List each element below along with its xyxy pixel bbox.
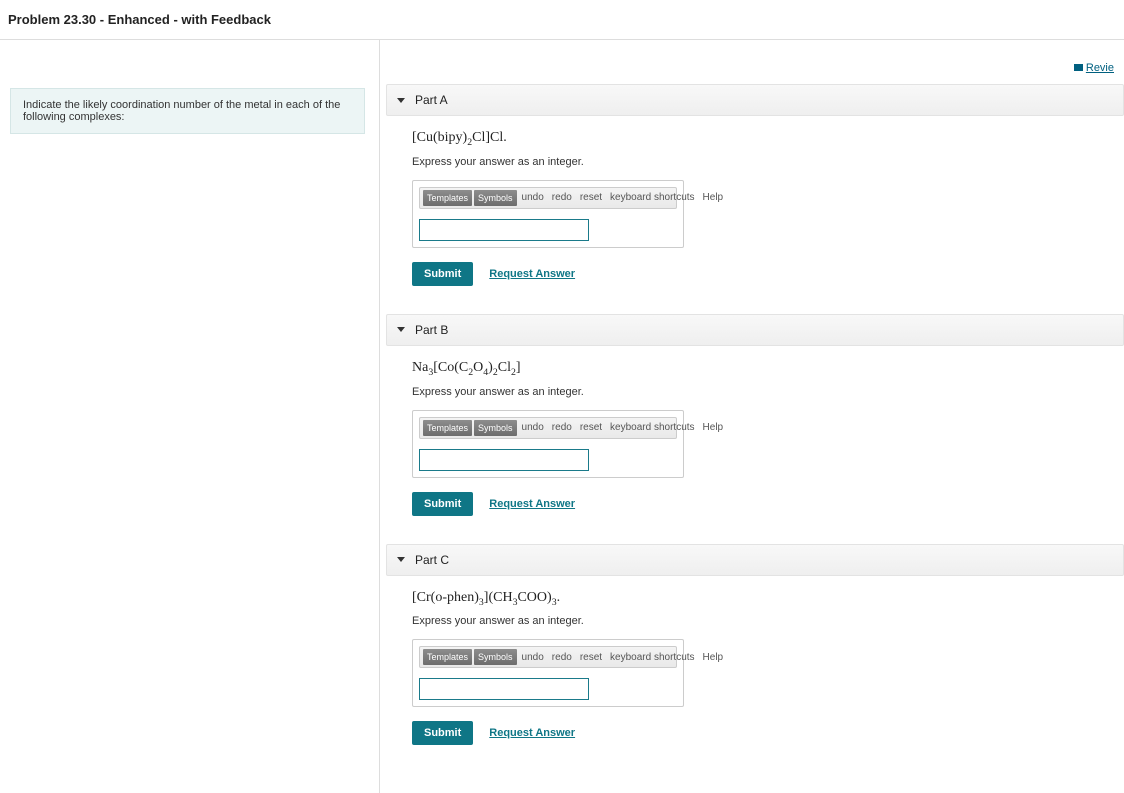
submit-button-a[interactable]: Submit <box>412 262 473 286</box>
part-a: Part A [Cu(bipy)2Cl]Cl. Express your ans… <box>406 84 1124 286</box>
reset-button[interactable]: reset <box>577 192 605 203</box>
answer-input-c[interactable] <box>419 678 589 700</box>
chevron-down-icon <box>397 557 405 562</box>
chevron-down-icon <box>397 98 405 103</box>
redo-button[interactable]: redo <box>549 192 575 203</box>
formula-c: [Cr(o-phen)3](CH3COO)3. <box>412 590 1124 608</box>
reset-button[interactable]: reset <box>577 422 605 433</box>
review-link[interactable]: Revie <box>1086 62 1114 74</box>
part-header-b[interactable]: Part B <box>386 314 1124 346</box>
toolbar-a: Templates Symbols undo redo reset keyboa… <box>419 187 677 209</box>
help-button[interactable]: Help <box>700 652 727 663</box>
templates-button[interactable]: Templates <box>423 649 472 665</box>
part-c: Part C [Cr(o-phen)3](CH3COO)3. Express y… <box>406 544 1124 746</box>
answer-box-b: Templates Symbols undo redo reset keyboa… <box>412 410 684 478</box>
instruction-b: Express your answer as an integer. <box>412 386 1124 398</box>
answer-box-c: Templates Symbols undo redo reset keyboa… <box>412 639 684 707</box>
answer-box-a: Templates Symbols undo redo reset keyboa… <box>412 180 684 248</box>
part-label: Part A <box>415 93 448 107</box>
toolbar-c: Templates Symbols undo redo reset keyboa… <box>419 646 677 668</box>
symbols-button[interactable]: Symbols <box>474 190 517 206</box>
intro-text: Indicate the likely coordination number … <box>10 88 365 134</box>
symbols-button[interactable]: Symbols <box>474 649 517 665</box>
request-answer-link-b[interactable]: Request Answer <box>489 498 575 510</box>
answer-input-b[interactable] <box>419 449 589 471</box>
instruction-c: Express your answer as an integer. <box>412 615 1124 627</box>
submit-button-c[interactable]: Submit <box>412 721 473 745</box>
left-pane: Indicate the likely coordination number … <box>0 40 380 793</box>
templates-button[interactable]: Templates <box>423 190 472 206</box>
part-header-c[interactable]: Part C <box>386 544 1124 576</box>
page-title: Problem 23.30 - Enhanced - with Feedback <box>0 0 1124 39</box>
reset-button[interactable]: reset <box>577 652 605 663</box>
submit-button-b[interactable]: Submit <box>412 492 473 516</box>
undo-button[interactable]: undo <box>519 422 547 433</box>
part-label: Part C <box>415 553 449 567</box>
keyboard-shortcuts-button[interactable]: keyboard shortcuts <box>607 192 698 203</box>
redo-button[interactable]: redo <box>549 422 575 433</box>
keyboard-shortcuts-button[interactable]: keyboard shortcuts <box>607 652 698 663</box>
request-answer-link-a[interactable]: Request Answer <box>489 268 575 280</box>
part-b: Part B Na3[Co(C2O4)2Cl2] Express your an… <box>406 314 1124 516</box>
formula-b: Na3[Co(C2O4)2Cl2] <box>412 360 1124 378</box>
chevron-down-icon <box>397 327 405 332</box>
part-label: Part B <box>415 323 448 337</box>
undo-button[interactable]: undo <box>519 652 547 663</box>
help-button[interactable]: Help <box>700 422 727 433</box>
keyboard-shortcuts-button[interactable]: keyboard shortcuts <box>607 422 698 433</box>
toolbar-b: Templates Symbols undo redo reset keyboa… <box>419 417 677 439</box>
templates-button[interactable]: Templates <box>423 420 472 436</box>
right-pane: Revie Part A [Cu(bipy)2Cl]Cl. Express yo… <box>380 40 1124 793</box>
answer-input-a[interactable] <box>419 219 589 241</box>
instruction-a: Express your answer as an integer. <box>412 156 1124 168</box>
symbols-button[interactable]: Symbols <box>474 420 517 436</box>
help-button[interactable]: Help <box>700 192 727 203</box>
flag-icon <box>1074 64 1083 71</box>
formula-a: [Cu(bipy)2Cl]Cl. <box>412 130 1124 148</box>
redo-button[interactable]: redo <box>549 652 575 663</box>
request-answer-link-c[interactable]: Request Answer <box>489 727 575 739</box>
undo-button[interactable]: undo <box>519 192 547 203</box>
part-header-a[interactable]: Part A <box>386 84 1124 116</box>
